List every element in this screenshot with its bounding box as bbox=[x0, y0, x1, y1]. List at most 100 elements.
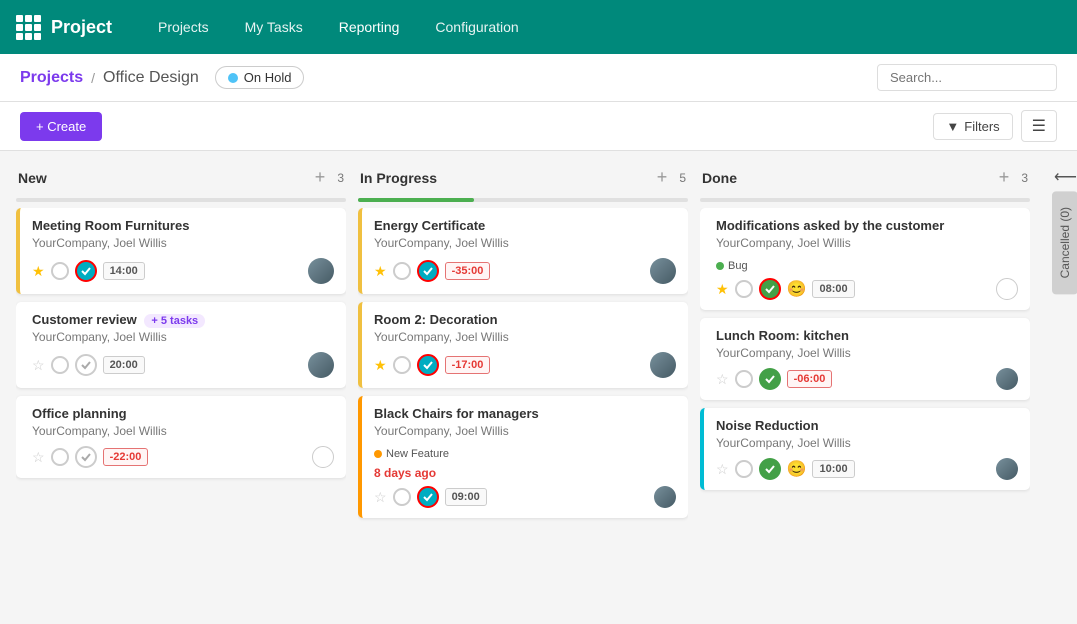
avatar bbox=[308, 258, 334, 284]
card-footer: ☆ 09:00 bbox=[374, 486, 676, 508]
card-footer: ☆ 😊 10:00 bbox=[716, 458, 1018, 480]
col-header-new: New + 3 bbox=[16, 163, 346, 192]
circle-icon[interactable] bbox=[51, 448, 69, 466]
card-subtitle: YourCompany, Joel Willis bbox=[32, 236, 334, 250]
card-title: Office planning bbox=[32, 406, 334, 421]
circle-icon[interactable] bbox=[735, 460, 753, 478]
cancelled-column: ⟵ Cancelled (0) bbox=[1050, 163, 1077, 612]
table-row: Room 2: Decoration YourCompany, Joel Wil… bbox=[358, 302, 688, 388]
avatar bbox=[312, 446, 334, 468]
grid-icon bbox=[16, 15, 41, 40]
breadcrumb-bar: Projects / Office Design On Hold bbox=[0, 54, 1077, 102]
check-teal-icon[interactable] bbox=[417, 354, 439, 376]
card-title: Customer review + 5 tasks bbox=[32, 312, 334, 327]
status-badge[interactable]: On Hold bbox=[215, 66, 305, 89]
nav-configuration[interactable]: Configuration bbox=[429, 15, 524, 39]
circle-icon[interactable] bbox=[393, 488, 411, 506]
circle-icon[interactable] bbox=[51, 356, 69, 374]
time-badge: -06:00 bbox=[787, 370, 833, 388]
column-done: Done + 3 Modifications asked by the cust… bbox=[700, 163, 1030, 612]
smile-icon[interactable]: 😊 bbox=[787, 459, 807, 479]
filters-button[interactable]: ▼ Filters bbox=[933, 113, 1012, 140]
circle-icon[interactable] bbox=[393, 262, 411, 280]
check-green-icon[interactable] bbox=[759, 368, 781, 390]
smile-icon[interactable]: 😊 bbox=[787, 279, 807, 299]
kanban-container: New + 3 Meeting Room Furnitures YourComp… bbox=[0, 151, 1077, 624]
col-count-done: 3 bbox=[1021, 171, 1028, 185]
star-icon[interactable]: ☆ bbox=[716, 461, 729, 478]
search-area bbox=[877, 64, 1057, 91]
star-icon[interactable]: ☆ bbox=[32, 449, 45, 466]
circle-icon[interactable] bbox=[735, 280, 753, 298]
star-icon[interactable]: ★ bbox=[374, 357, 387, 374]
col-add-inprogress[interactable]: + bbox=[653, 167, 672, 188]
check-green-icon[interactable] bbox=[759, 458, 781, 480]
check-outline-icon[interactable] bbox=[75, 354, 97, 376]
time-badge: 09:00 bbox=[445, 488, 487, 506]
time-badge: -35:00 bbox=[445, 262, 491, 280]
tag-label: Bug bbox=[728, 260, 748, 272]
card-subtitle: YourCompany, Joel Willis bbox=[716, 236, 1018, 250]
card-footer: ★ 😊 08:00 bbox=[716, 278, 1018, 300]
time-badge: 20:00 bbox=[103, 356, 145, 374]
card-title: Lunch Room: kitchen bbox=[716, 328, 1018, 343]
cards-list-new: Meeting Room Furnitures YourCompany, Joe… bbox=[16, 208, 346, 612]
table-row: Modifications asked by the customer Your… bbox=[700, 208, 1030, 310]
nav-mytasks[interactable]: My Tasks bbox=[239, 15, 309, 39]
star-icon[interactable]: ★ bbox=[32, 263, 45, 280]
circle-icon[interactable] bbox=[393, 356, 411, 374]
card-footer: ☆ 20:00 bbox=[32, 352, 334, 378]
table-row: Office planning YourCompany, Joel Willis… bbox=[16, 396, 346, 478]
star-icon[interactable]: ★ bbox=[374, 263, 387, 280]
filter-icon: ▼ bbox=[946, 119, 959, 134]
col-add-done[interactable]: + bbox=[995, 167, 1014, 188]
cards-list-inprogress: Energy Certificate YourCompany, Joel Wil… bbox=[358, 208, 688, 612]
col-add-new[interactable]: + bbox=[311, 167, 330, 188]
star-icon[interactable]: ☆ bbox=[716, 371, 729, 388]
card-footer: ★ 14:00 bbox=[32, 258, 334, 284]
cancelled-label[interactable]: Cancelled (0) bbox=[1052, 191, 1077, 294]
col-title-inprogress: In Progress bbox=[360, 170, 653, 186]
circle-icon[interactable] bbox=[735, 370, 753, 388]
check-outline-icon[interactable] bbox=[75, 446, 97, 468]
check-green-highlighted-icon[interactable] bbox=[759, 278, 781, 300]
column-new: New + 3 Meeting Room Furnitures YourComp… bbox=[16, 163, 346, 612]
check-teal-highlighted-icon[interactable] bbox=[417, 260, 439, 282]
status-label: On Hold bbox=[244, 70, 292, 85]
star-icon[interactable]: ☆ bbox=[374, 489, 387, 506]
create-button[interactable]: + Create bbox=[20, 112, 102, 141]
col-count-new: 3 bbox=[337, 171, 344, 185]
column-inprogress: In Progress + 5 Energy Certificate YourC… bbox=[358, 163, 688, 612]
nav-reporting[interactable]: Reporting bbox=[333, 15, 406, 39]
col-progress-bar-inprogress bbox=[358, 198, 688, 202]
card-footer: ★ -17:00 bbox=[374, 352, 676, 378]
card-title: Energy Certificate bbox=[374, 218, 676, 233]
card-subtitle: YourCompany, Joel Willis bbox=[374, 424, 676, 438]
breadcrumb-parent[interactable]: Projects bbox=[20, 69, 83, 87]
check-teal-icon[interactable] bbox=[75, 260, 97, 282]
collapse-arrow-icon[interactable]: ⟵ bbox=[1050, 163, 1077, 191]
card-title-text: Customer review bbox=[32, 312, 137, 327]
card-subtitle: YourCompany, Joel Willis bbox=[374, 236, 676, 250]
tag-label: New Feature bbox=[386, 448, 449, 460]
star-icon[interactable]: ☆ bbox=[32, 357, 45, 374]
avatar bbox=[308, 352, 334, 378]
card-title: Noise Reduction bbox=[716, 418, 1018, 433]
col-count-inprogress: 5 bbox=[679, 171, 686, 185]
tag-dot bbox=[716, 262, 724, 270]
col-header-done: Done + 3 bbox=[700, 163, 1030, 192]
card-tag: Bug bbox=[716, 260, 748, 272]
card-subtitle: YourCompany, Joel Willis bbox=[374, 330, 676, 344]
check-teal-icon[interactable] bbox=[417, 486, 439, 508]
card-footer: ☆ -22:00 bbox=[32, 446, 334, 468]
time-badge: 14:00 bbox=[103, 262, 145, 280]
circle-icon[interactable] bbox=[51, 262, 69, 280]
app-logo[interactable]: Project bbox=[16, 15, 112, 40]
search-input[interactable] bbox=[877, 64, 1057, 91]
card-title: Modifications asked by the customer bbox=[716, 218, 1018, 233]
card-overdue: 8 days ago bbox=[374, 466, 676, 480]
nav-projects[interactable]: Projects bbox=[152, 15, 215, 39]
menu-button[interactable]: ☰ bbox=[1021, 110, 1057, 142]
tag-dot bbox=[374, 450, 382, 458]
star-icon[interactable]: ★ bbox=[716, 281, 729, 298]
